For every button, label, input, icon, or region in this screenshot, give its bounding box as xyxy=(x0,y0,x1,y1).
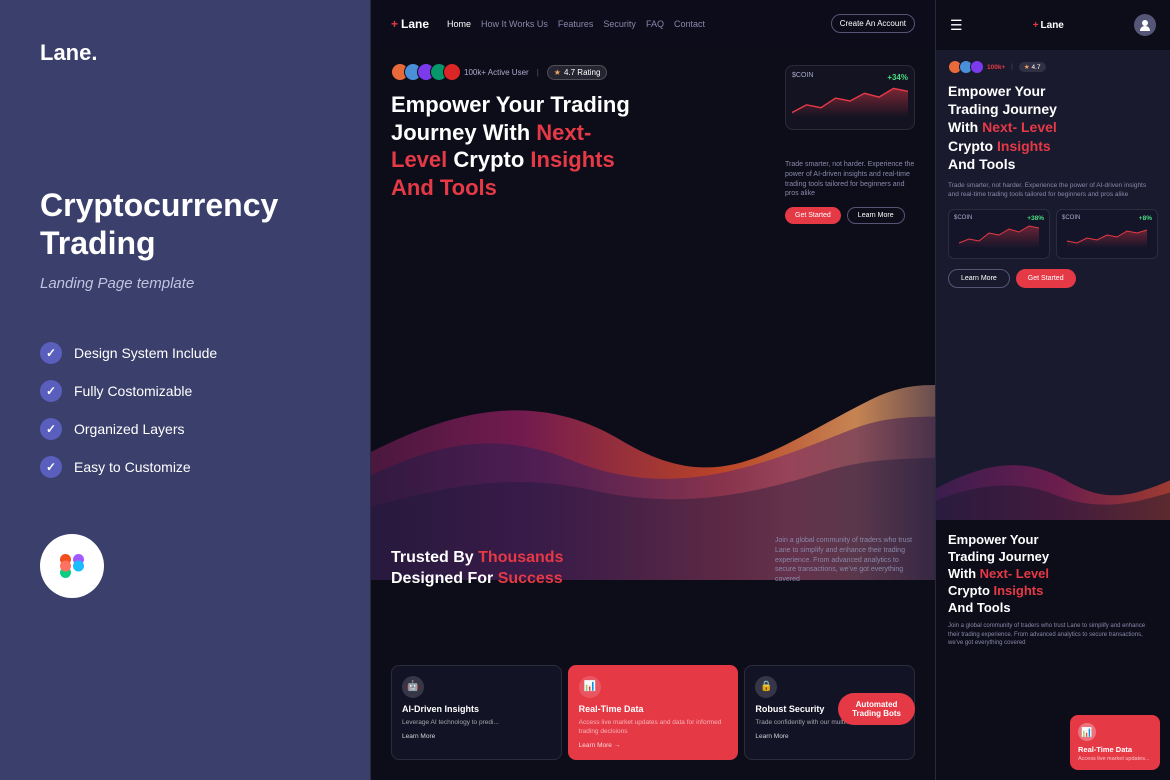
mobile-price-chart xyxy=(954,223,1044,248)
automated-bots-text: AutomatedTrading Bots xyxy=(852,700,901,718)
automated-bots-badge: AutomatedTrading Bots xyxy=(838,693,915,725)
mobile-charts: $COIN +38% xyxy=(948,209,1158,259)
star-icon: ★ xyxy=(554,68,561,77)
list-item: Easy to Customize xyxy=(40,456,330,478)
mobile-chart-1: $COIN +38% xyxy=(948,209,1050,259)
avatar xyxy=(443,63,461,81)
mobile-content: 100k+ | ★ 4.7 Empower YourTrading Journe… xyxy=(936,50,1170,308)
mobile-hero-title: Empower YourTrading JourneyWith Next- Le… xyxy=(948,82,1158,173)
feature-card-realtime: 📊 Real-Time Data Access live market upda… xyxy=(568,665,739,760)
hamburger-icon[interactable]: ☰ xyxy=(950,17,963,34)
mobile-get-started-button[interactable]: Get Started xyxy=(1016,269,1076,288)
brand-title: Lane. xyxy=(40,40,330,66)
feature-card-title: AI-Driven Insights xyxy=(402,704,551,714)
nav-links: Home How It Works Us Features Security F… xyxy=(447,19,823,29)
learn-more-button[interactable]: Learn More xyxy=(847,207,905,224)
trusted-title: Trusted By Thousands Designed For Succes… xyxy=(391,548,563,590)
security-icon: 🔒 xyxy=(755,676,777,698)
mobile-feature-card: 📊 Real-Time Data Access live market upda… xyxy=(1070,715,1160,770)
trusted-description: Join a global community of traders who t… xyxy=(775,536,915,585)
mobile-second-desc: Join a global community of traders who t… xyxy=(948,622,1158,647)
mobile-price-chart-2 xyxy=(1062,223,1152,248)
page-subtitle: Landing Page template xyxy=(40,275,330,292)
left-panel: Lane. CryptocurrencyTrading Landing Page… xyxy=(0,0,370,780)
desktop-preview: + Lane Home How It Works Us Features Sec… xyxy=(370,0,935,780)
feature-label: Design System Include xyxy=(74,345,217,361)
learn-more-link[interactable]: Learn More xyxy=(755,733,904,740)
mobile-feature-card-desc: Access live market updates... xyxy=(1078,756,1152,762)
list-item: Fully Costomizable xyxy=(40,380,330,402)
mobile-nav: ☰ + Lane xyxy=(936,0,1170,50)
features-grid: 🤖 AI-Driven Insights Leverage AI technol… xyxy=(391,665,915,760)
trusted-desc: Join a global community of traders who t… xyxy=(775,536,915,585)
chart-percent: +38% xyxy=(1027,215,1044,223)
mobile-feature-card-title: Real-Time Data xyxy=(1078,745,1152,754)
learn-more-link[interactable]: Learn More xyxy=(402,733,551,740)
nav-logo-dot: + xyxy=(391,17,398,31)
figma-icon xyxy=(54,548,90,584)
main-area: + Lane Home How It Works Us Features Sec… xyxy=(370,0,1170,780)
rating-badge: ★ 4.7 Rating xyxy=(547,65,608,80)
ai-icon: 🤖 xyxy=(402,676,424,698)
mobile-second-title: Empower YourTrading JourneyWith Next- Le… xyxy=(948,532,1158,616)
mobile-second-section: Empower YourTrading JourneyWith Next- Le… xyxy=(936,520,1170,780)
mobile-chart-2: $COIN +8% xyxy=(1056,209,1158,259)
mobile-logo: + Lane xyxy=(1033,20,1064,31)
trusted-section: Trusted By Thousands Designed For Succes… xyxy=(391,548,563,590)
chart-coin-label: $COIN xyxy=(1062,215,1080,221)
feature-label: Organized Layers xyxy=(74,421,185,437)
nav-link-security[interactable]: Security xyxy=(603,19,636,29)
feature-card-desc: Leverage AI technology to predi... xyxy=(402,718,551,727)
mobile-user-avatars xyxy=(948,60,981,74)
nav-link-home[interactable]: Home xyxy=(447,19,471,29)
mobile-hero-desc: Trade smarter, not harder. Experience th… xyxy=(948,181,1158,199)
avatar xyxy=(970,60,984,74)
hero-section: 100k+ Active User | ★ 4.7 Rating Empower… xyxy=(371,47,935,201)
figma-logo xyxy=(40,534,104,598)
mobile-badges: 100k+ | ★ 4.7 xyxy=(948,60,1158,74)
mobile-buttons: Learn More Get Started xyxy=(948,269,1158,288)
feature-list: Design System Include Fully Costomizable… xyxy=(40,342,330,478)
feature-card-desc: Access live market updates and data for … xyxy=(579,718,728,736)
hero-buttons: Get Started Learn More xyxy=(785,207,915,224)
list-item: Design System Include xyxy=(40,342,330,364)
mobile-rating-badge: ★ 4.7 xyxy=(1019,62,1046,72)
chart-percent: +8% xyxy=(1139,215,1152,223)
nav-link-features[interactable]: Features xyxy=(558,19,594,29)
check-icon xyxy=(40,380,62,402)
user-avatars xyxy=(391,63,456,81)
hero-title: Empower Your TradingJourney With Next-Le… xyxy=(391,91,631,201)
mobile-user-avatar[interactable] xyxy=(1134,14,1156,36)
active-users-badge: 100k+ Active User xyxy=(464,68,529,77)
realtime-data-icon: 📊 xyxy=(1078,723,1096,741)
learn-more-link[interactable]: Learn More → xyxy=(579,742,728,749)
mobile-preview: ☰ + Lane 100k+ | xyxy=(935,0,1170,780)
list-item: Organized Layers xyxy=(40,418,330,440)
mobile-learn-button[interactable]: Learn More xyxy=(948,269,1010,288)
divider: | xyxy=(1011,64,1013,70)
feature-card-title: Real-Time Data xyxy=(579,704,728,714)
feature-label: Fully Costomizable xyxy=(74,383,192,399)
divider: | xyxy=(537,68,539,77)
feature-card-ai: 🤖 AI-Driven Insights Leverage AI technol… xyxy=(391,665,562,760)
page-category: CryptocurrencyTrading xyxy=(40,186,330,263)
nav-bar: + Lane Home How It Works Us Features Sec… xyxy=(371,0,935,47)
nav-link-faq[interactable]: FAQ xyxy=(646,19,664,29)
check-icon xyxy=(40,456,62,478)
user-icon xyxy=(1139,19,1151,31)
nav-cta-button[interactable]: Create An Account xyxy=(831,14,915,33)
realtime-icon: 📊 xyxy=(579,676,601,698)
check-icon xyxy=(40,418,62,440)
mobile-logo-dot: + xyxy=(1033,20,1039,31)
feature-label: Easy to Customize xyxy=(74,459,191,475)
nav-link-contact[interactable]: Contact xyxy=(674,19,705,29)
mobile-active-users: 100k+ xyxy=(987,64,1005,71)
nav-link-how[interactable]: How It Works Us xyxy=(481,19,548,29)
hero-badges: 100k+ Active User | ★ 4.7 Rating xyxy=(391,63,915,81)
nav-logo: + Lane xyxy=(391,17,429,31)
get-started-button[interactable]: Get Started xyxy=(785,207,841,224)
chart-coin-label: $COIN xyxy=(954,215,972,221)
check-icon xyxy=(40,342,62,364)
